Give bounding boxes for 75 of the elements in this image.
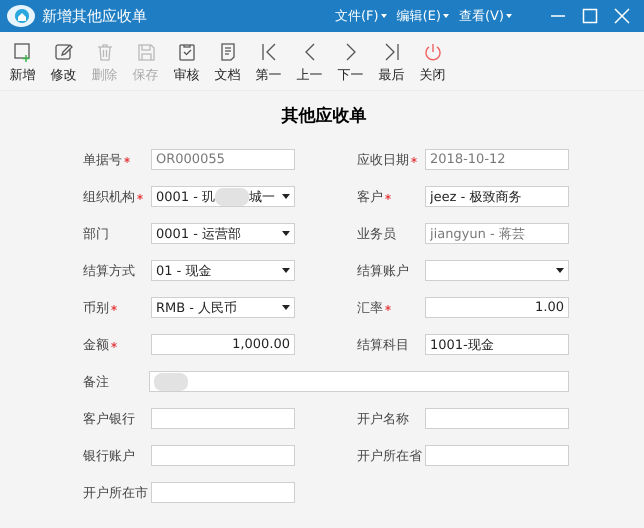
field-label: 客户银行 (83, 410, 136, 428)
menu-item[interactable]: 编辑(E) (396, 7, 449, 25)
dropdown-field[interactable]: RMB - 人民币 (151, 297, 295, 318)
required-star-icon (137, 194, 143, 200)
required-star-icon (385, 194, 391, 200)
field-label: 结算方式 (83, 262, 136, 280)
input-field[interactable]: OR000055 (151, 149, 295, 170)
dropdown-field[interactable]: 0001 - 运营部 (151, 223, 295, 244)
app-logo-icon (6, 4, 36, 28)
field-label: 客户 (357, 188, 425, 206)
field-label: 金额 (83, 336, 151, 354)
input-field[interactable]: jeez - 极致商务 (425, 186, 569, 207)
input-field[interactable] (425, 408, 569, 429)
input-field[interactable] (151, 482, 295, 503)
dropdown-field[interactable] (425, 260, 569, 281)
field-label: 备注 (83, 374, 110, 390)
clipboard-check-icon (176, 42, 196, 62)
dropdown-caret-icon (556, 268, 564, 273)
field-label: 结算科目 (357, 336, 410, 354)
caret-icon (506, 14, 512, 18)
toolbar-button[interactable]: 第一 (248, 32, 289, 90)
field-label: 币别 (83, 298, 151, 316)
input-field[interactable]: 2018-10-12 (425, 149, 569, 170)
caret-icon (442, 14, 449, 18)
square-plus-icon (12, 42, 32, 62)
pencil-icon (54, 42, 74, 62)
toolbar-button[interactable]: 新增 (2, 32, 43, 90)
menu-item[interactable]: 文件(F) (334, 7, 387, 25)
field-label: 开户名称 (357, 410, 410, 428)
maximize-icon[interactable] (582, 8, 598, 24)
power-icon (422, 42, 442, 62)
window-title: 新增其他应收单 (42, 6, 147, 26)
toolbar-button[interactable]: 文档 (207, 32, 248, 90)
input-field[interactable]: 1.00 (425, 297, 569, 318)
field-label: 开户所在市 (83, 484, 149, 502)
dropdown-caret-icon (282, 194, 290, 199)
required-star-icon (111, 342, 117, 348)
field-label: 银行账户 (83, 448, 136, 464)
redaction-blur (154, 372, 188, 390)
field-label: 汇率 (357, 298, 425, 316)
dropdown-caret-icon (282, 305, 290, 310)
redaction-blur (215, 188, 250, 206)
field-label: 组织机构 (83, 188, 151, 206)
field-label: 部门 (83, 226, 110, 242)
dropdown-caret-icon (282, 268, 290, 273)
required-star-icon (385, 304, 391, 310)
required-star-icon (411, 156, 417, 162)
field-label: 结算账户 (357, 262, 410, 280)
field-label: 应收日期 (357, 150, 425, 168)
input-field[interactable] (151, 445, 295, 466)
toolbar-button[interactable]: 上一 (289, 32, 330, 90)
dropdown-field[interactable]: 01 - 现金 (151, 260, 295, 281)
input-field[interactable] (151, 408, 295, 429)
toolbar-button[interactable]: 最后 (371, 32, 412, 90)
field-label: 开户所在省 (357, 448, 423, 464)
required-star-icon (124, 156, 130, 162)
input-field[interactable]: 1001-现金 (425, 334, 569, 355)
dropdown-caret-icon (282, 231, 290, 236)
floppy-icon (136, 42, 156, 62)
field-label: 单据号 (83, 150, 151, 168)
toolbar-button[interactable]: 关闭 (412, 32, 453, 90)
required-star-icon (111, 304, 117, 310)
toolbar-button[interactable]: 修改 (43, 32, 84, 90)
close-icon[interactable] (614, 8, 630, 24)
toolbar-button[interactable]: 下一 (330, 32, 371, 90)
input-field[interactable] (149, 371, 569, 392)
toolbar-button[interactable]: 审核 (166, 32, 207, 90)
input-field[interactable]: jiangyun - 蒋芸 (425, 223, 569, 244)
menu-item[interactable]: 查看(V) (458, 7, 512, 25)
field-label: 业务员 (357, 226, 397, 242)
caret-icon (380, 14, 387, 18)
form-title: 其他应收单 (280, 105, 368, 128)
dropdown-field[interactable]: 0001 - 玑 城一 (151, 186, 295, 207)
input-field[interactable]: 1,000.00 (151, 334, 295, 355)
input-field[interactable] (425, 445, 569, 466)
